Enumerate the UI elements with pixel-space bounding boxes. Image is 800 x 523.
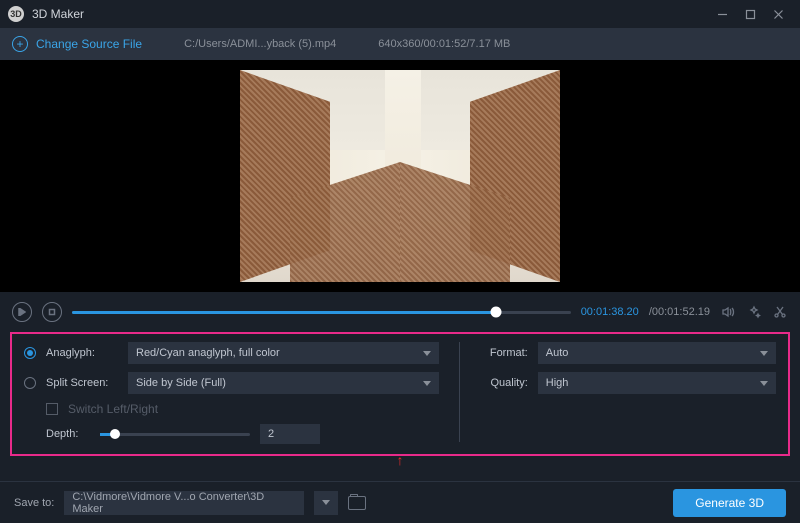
- anaglyph-value: Red/Cyan anaglyph, full color: [136, 347, 280, 359]
- chevron-down-icon: [423, 381, 431, 386]
- change-source-button[interactable]: + Change Source File: [12, 36, 142, 52]
- cut-icon[interactable]: [772, 304, 788, 320]
- depth-value: 2: [268, 428, 274, 440]
- save-path-dropdown[interactable]: [314, 491, 338, 515]
- player-controls: 00:01:38.20/00:01:52.19: [0, 292, 800, 332]
- depth-thumb[interactable]: [110, 429, 120, 439]
- save-path-field[interactable]: C:\Vidmore\Vidmore V...o Converter\3D Ma…: [64, 491, 304, 515]
- title-bar: 3D 3D Maker: [0, 0, 800, 28]
- source-file-path: C:/Users/ADMI...yback (5).mp4: [184, 38, 336, 50]
- stop-button[interactable]: [42, 302, 62, 322]
- save-to-label: Save to:: [14, 497, 54, 509]
- format-select[interactable]: Auto: [538, 342, 776, 364]
- settings-panel: Anaglyph: Red/Cyan anaglyph, full color …: [10, 332, 790, 456]
- chevron-down-icon: [322, 500, 330, 505]
- quality-value: High: [546, 377, 569, 389]
- split-screen-select[interactable]: Side by Side (Full): [128, 372, 439, 394]
- anaglyph-radio[interactable]: [24, 347, 36, 359]
- footer-bar: Save to: C:\Vidmore\Vidmore V...o Conver…: [0, 481, 800, 523]
- split-screen-value: Side by Side (Full): [136, 377, 226, 389]
- plus-icon: +: [12, 36, 28, 52]
- quality-label: Quality:: [480, 377, 528, 389]
- video-preview: [0, 60, 800, 292]
- switch-lr-checkbox[interactable]: [46, 403, 58, 415]
- chevron-down-icon: [760, 351, 768, 356]
- depth-label: Depth:: [46, 428, 90, 440]
- toolbar: + Change Source File C:/Users/ADMI...yba…: [0, 28, 800, 60]
- current-time: 00:01:38.20: [581, 306, 639, 318]
- format-label: Format:: [480, 347, 528, 359]
- format-value: Auto: [546, 347, 569, 359]
- volume-icon[interactable]: [720, 304, 736, 320]
- change-source-label: Change Source File: [36, 37, 142, 51]
- source-file-info: 640x360/00:01:52/7.17 MB: [378, 38, 510, 50]
- minimize-button[interactable]: [708, 2, 736, 26]
- chevron-down-icon: [423, 351, 431, 356]
- close-button[interactable]: [764, 2, 792, 26]
- preview-frame: [240, 70, 560, 282]
- generate-3d-button[interactable]: Generate 3D: [673, 489, 786, 517]
- play-button[interactable]: [12, 302, 32, 322]
- maximize-button[interactable]: [736, 2, 764, 26]
- anaglyph-label: Anaglyph:: [46, 347, 118, 359]
- duration-time: /00:01:52.19: [649, 306, 710, 318]
- split-screen-radio[interactable]: [24, 377, 36, 389]
- app-icon: 3D: [8, 6, 24, 22]
- chevron-down-icon: [760, 381, 768, 386]
- annotation-arrow-icon: ↑: [397, 452, 404, 468]
- switch-lr-label: Switch Left/Right: [68, 402, 158, 416]
- browse-folder-icon[interactable]: [348, 496, 366, 510]
- snapshot-icon[interactable]: [746, 304, 762, 320]
- anaglyph-select[interactable]: Red/Cyan anaglyph, full color: [128, 342, 439, 364]
- window-title: 3D Maker: [32, 7, 708, 21]
- seek-slider[interactable]: [72, 311, 571, 314]
- depth-select[interactable]: 2: [260, 424, 320, 444]
- split-screen-label: Split Screen:: [46, 377, 118, 389]
- seek-thumb[interactable]: [490, 307, 501, 318]
- depth-slider[interactable]: [100, 433, 250, 436]
- quality-select[interactable]: High: [538, 372, 776, 394]
